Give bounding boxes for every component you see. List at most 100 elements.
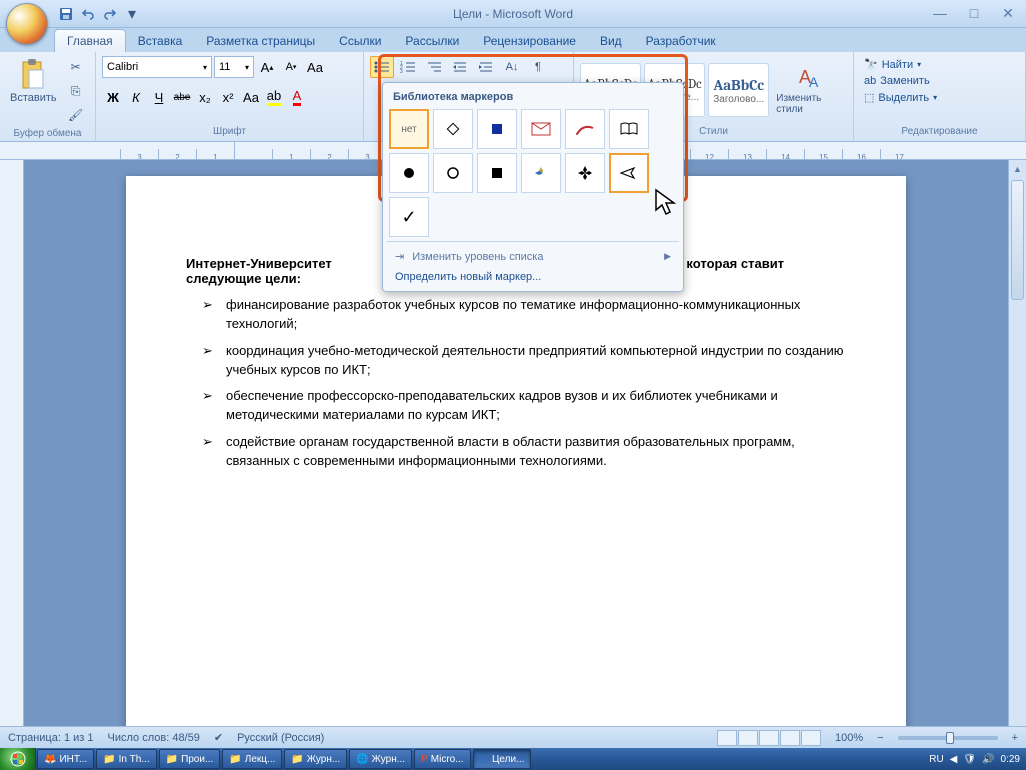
volume-icon[interactable]: 🔊	[982, 754, 994, 765]
copy-icon[interactable]: ⎘	[65, 80, 87, 102]
bullet-4dots[interactable]	[565, 153, 605, 193]
taskbar-item[interactable]: 🦊ИНТ...	[37, 749, 94, 769]
tab-developer[interactable]: Разработчик	[634, 30, 728, 52]
taskbar-item[interactable]: 📁Лекц...	[222, 749, 282, 769]
bold-button[interactable]: Ж	[102, 86, 124, 108]
show-marks-icon[interactable]: ¶	[526, 56, 550, 78]
multilevel-button[interactable]	[422, 56, 446, 78]
taskbar-item[interactable]: PMicro...	[414, 749, 470, 769]
bullet-pen[interactable]	[565, 109, 605, 149]
language-indicator[interactable]: RU	[929, 754, 943, 765]
bullet-arrow[interactable]	[609, 153, 649, 193]
scroll-thumb[interactable]	[1011, 180, 1024, 300]
style-heading1[interactable]: AaBbCcЗаголово...	[708, 63, 769, 117]
full-screen-view[interactable]	[738, 730, 758, 746]
tray-icon[interactable]: 🛡	[963, 754, 976, 765]
maximize-button[interactable]: □	[962, 4, 986, 22]
increase-indent-icon[interactable]	[474, 56, 498, 78]
qat-dropdown-icon[interactable]: ▾	[122, 4, 142, 24]
page-status[interactable]: Страница: 1 из 1	[8, 732, 94, 744]
window-controls: — □ ✕	[928, 4, 1020, 22]
taskbar-item[interactable]: WЦели...	[473, 749, 532, 769]
tab-insert[interactable]: Вставка	[126, 30, 195, 52]
taskbar-item[interactable]: 📁Прои...	[159, 749, 221, 769]
font-name-combo[interactable]: Calibri▾	[102, 56, 212, 78]
italic-button[interactable]: К	[125, 86, 147, 108]
superscript-button[interactable]: x²	[217, 86, 239, 108]
bullet-book[interactable]	[609, 109, 649, 149]
tab-references[interactable]: Ссылки	[327, 30, 393, 52]
sort-icon[interactable]: A↓	[500, 56, 524, 78]
taskbar-item[interactable]: 🌐Журн...	[349, 749, 412, 769]
zoom-out-icon[interactable]: −	[877, 732, 883, 744]
tab-mailings[interactable]: Рассылки	[393, 30, 471, 52]
taskbar: 🦊ИНТ... 📁In Th... 📁Прои... 📁Лекц... 📁Жур…	[0, 748, 1026, 770]
bullet-none[interactable]: нет	[389, 109, 429, 149]
grow-font-icon[interactable]: A▴	[256, 56, 278, 78]
zoom-slider[interactable]	[898, 736, 998, 740]
strike-button[interactable]: abe	[171, 86, 193, 108]
draft-view[interactable]	[801, 730, 821, 746]
tab-view[interactable]: Вид	[588, 30, 634, 52]
spell-check-icon[interactable]: ✔	[214, 731, 223, 744]
paste-button[interactable]: Вставить	[6, 56, 61, 106]
bullet-diamond[interactable]	[433, 109, 473, 149]
highlight-color-icon[interactable]: ab	[263, 86, 285, 108]
bullet-square-black[interactable]	[477, 153, 517, 193]
font-size-combo[interactable]: 11▾	[214, 56, 254, 78]
tab-home[interactable]: Главная	[54, 29, 126, 52]
decrease-indent-icon[interactable]	[448, 56, 472, 78]
redo-icon[interactable]	[100, 4, 120, 24]
underline-button[interactable]: Ч	[148, 86, 170, 108]
print-layout-view[interactable]	[717, 730, 737, 746]
taskbar-item[interactable]: 📁Журн...	[284, 749, 347, 769]
shrink-font-icon[interactable]: A▾	[280, 56, 302, 78]
numbering-button[interactable]: 123	[396, 56, 420, 78]
scroll-up-icon[interactable]: ▲	[1009, 160, 1026, 178]
editing-label: Редактирование	[860, 124, 1019, 139]
svg-text:3: 3	[400, 69, 403, 74]
clock[interactable]: 0:29	[1001, 754, 1020, 765]
word-count[interactable]: Число слов: 48/59	[108, 732, 200, 744]
close-button[interactable]: ✕	[996, 4, 1020, 22]
indent-icon: ⇥	[395, 250, 404, 263]
quick-access-toolbar: ▾	[56, 4, 142, 24]
vertical-scrollbar[interactable]: ▲ ▼	[1008, 160, 1026, 748]
bullet-square-blue[interactable]	[477, 109, 517, 149]
bullet-circle[interactable]	[433, 153, 473, 193]
tray-icon[interactable]: ◀	[950, 754, 958, 765]
select-button[interactable]: ⬚Выделить▾	[860, 89, 941, 106]
zoom-level[interactable]: 100%	[835, 732, 863, 744]
bullets-button[interactable]	[370, 56, 394, 78]
format-painter-icon[interactable]: 🖌	[65, 104, 87, 126]
minimize-button[interactable]: —	[928, 4, 952, 22]
change-styles-button[interactable]: AA Изменить стили	[772, 63, 847, 117]
tab-page-layout[interactable]: Разметка страницы	[194, 30, 327, 52]
undo-icon[interactable]	[78, 4, 98, 24]
outline-view[interactable]	[780, 730, 800, 746]
bullet-4diamond[interactable]	[521, 153, 561, 193]
paste-icon	[19, 58, 47, 90]
start-button[interactable]	[0, 748, 36, 770]
save-icon[interactable]	[56, 4, 76, 24]
taskbar-item[interactable]: 📁In Th...	[96, 749, 156, 769]
zoom-in-icon[interactable]: +	[1012, 732, 1018, 744]
bullet-disc[interactable]	[389, 153, 429, 193]
clear-format-icon[interactable]: Aa	[304, 56, 326, 78]
bullet-envelope[interactable]	[521, 109, 561, 149]
language-status[interactable]: Русский (Россия)	[237, 732, 324, 744]
find-button[interactable]: 🔭Найти▾	[860, 56, 925, 73]
cut-icon[interactable]: ✂	[65, 56, 87, 78]
web-layout-view[interactable]	[759, 730, 779, 746]
bullet-checkmark[interactable]: ✓	[389, 197, 429, 237]
define-new-bullet[interactable]: Определить новый маркер...	[387, 267, 679, 287]
font-color-icon[interactable]: A	[286, 86, 308, 108]
office-button[interactable]	[6, 3, 48, 45]
vertical-ruler[interactable]	[0, 160, 24, 748]
replace-button[interactable]: abЗаменить	[860, 73, 934, 89]
subscript-button[interactable]: x₂	[194, 86, 216, 108]
tab-review[interactable]: Рецензирование	[471, 30, 588, 52]
change-case-button[interactable]: Aa	[240, 86, 262, 108]
popup-header: Библиотека маркеров	[387, 87, 679, 107]
system-tray: RU ◀ 🛡 🔊 0:29	[923, 754, 1026, 765]
